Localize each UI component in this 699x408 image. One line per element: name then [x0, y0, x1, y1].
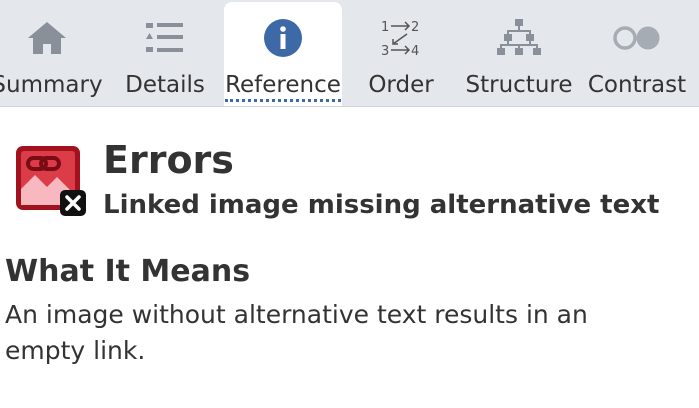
order-icon-digit: 3 [381, 44, 389, 59]
home-icon [0, 18, 106, 58]
tab-order[interactable]: 1 2 3 4 Order [342, 2, 460, 106]
tab-structure[interactable]: Structure [460, 2, 578, 106]
order-icon: 1 2 3 4 [342, 18, 460, 59]
tab-contrast[interactable]: Contrast [578, 2, 696, 106]
tab-bar: Summary Details Reference 1 2 3 4 Order … [0, 0, 699, 107]
tab-summary[interactable]: Summary [0, 2, 106, 106]
tab-details[interactable]: Details [106, 2, 224, 106]
tab-reference[interactable]: Reference [224, 2, 342, 106]
error-category-heading: Errors [103, 138, 234, 182]
contrast-icon [578, 18, 696, 58]
section-heading: What It Means [5, 254, 251, 289]
list-icon [106, 18, 224, 58]
order-icon-digit: 2 [411, 20, 419, 35]
section-body: An image without alternative text result… [5, 300, 588, 365]
structure-icon [460, 18, 578, 58]
linked-image-error-icon [15, 145, 87, 217]
info-icon [224, 18, 342, 58]
error-title: Linked image missing alternative text [103, 190, 660, 220]
tab-label: Contrast [587, 72, 687, 98]
order-icon-digit: 1 [381, 20, 389, 35]
order-icon-digit: 4 [411, 44, 419, 59]
